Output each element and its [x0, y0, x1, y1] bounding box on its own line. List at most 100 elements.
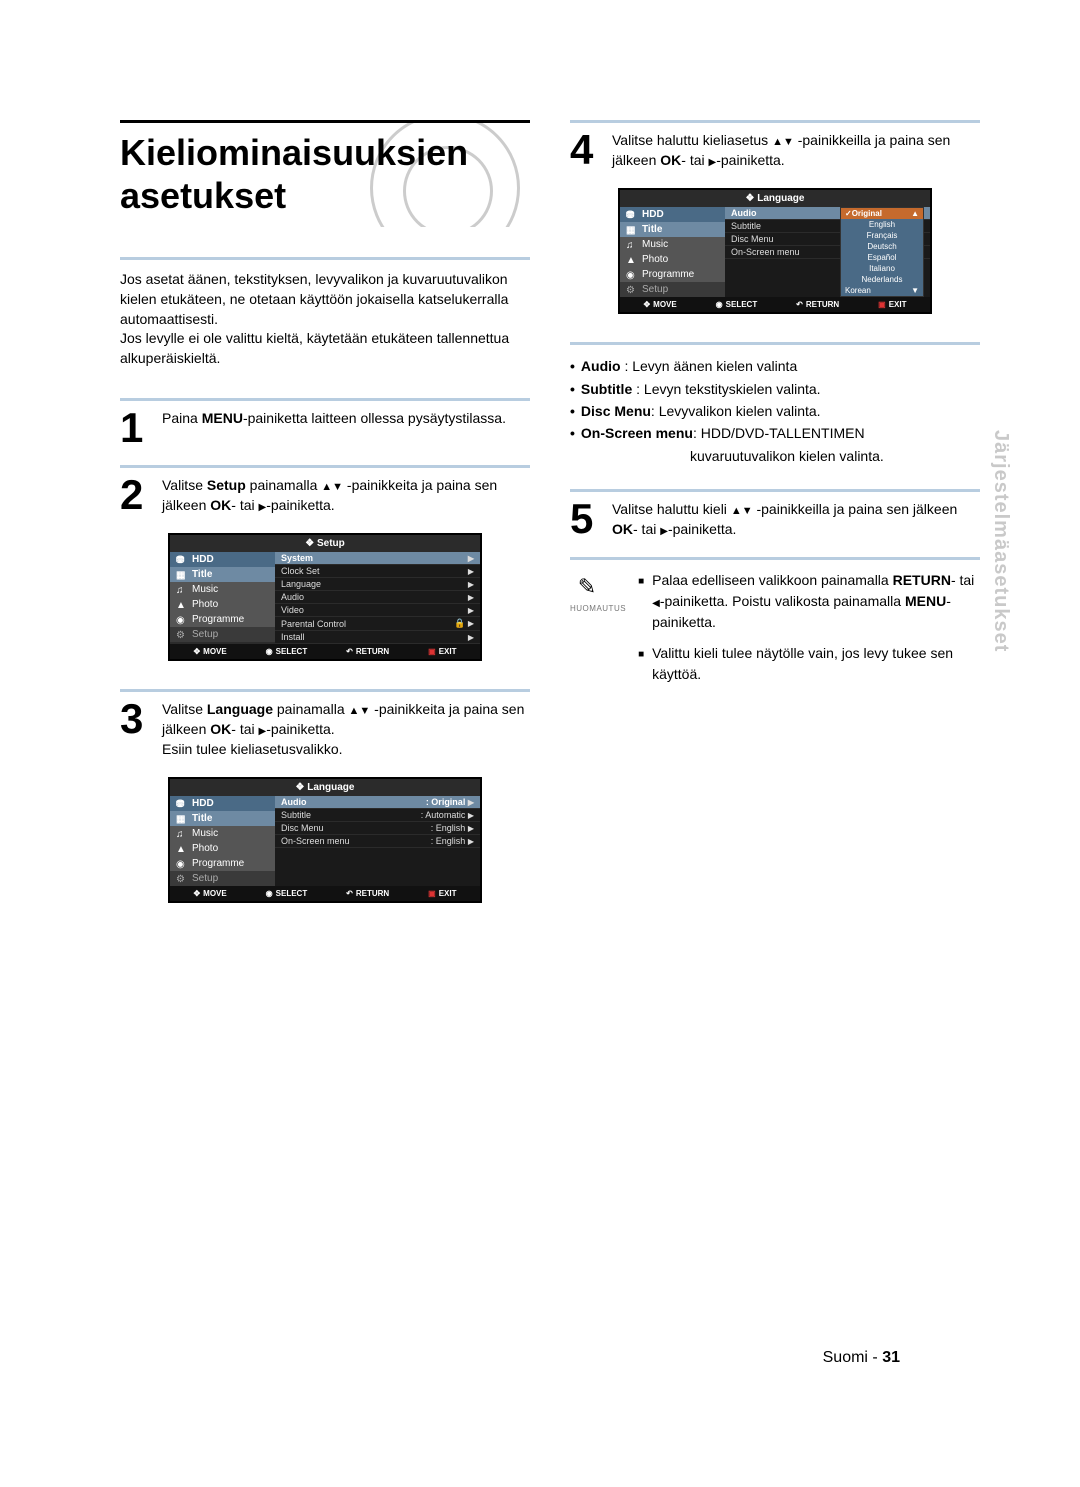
footer-page: 31: [882, 1349, 900, 1366]
osd-footer: MOVE SELECT RETURN EXIT: [170, 886, 480, 901]
text: - tai: [951, 572, 974, 588]
programme-icon: ◉: [176, 615, 188, 625]
up-down-icon: [731, 501, 753, 517]
footer-dash: -: [868, 1349, 882, 1366]
bullet-discmenu-text: : Levyvalikon kielen valinta.: [651, 403, 821, 419]
setup-icon: ⚙: [176, 630, 188, 640]
val: : Automatic: [421, 810, 466, 820]
text: painamalla: [273, 701, 349, 717]
menu-parental: Parental Control: [281, 619, 346, 629]
sidebar-hdd: HDD: [642, 209, 664, 220]
text: -painiketta. Poistu valikosta painamalla: [660, 593, 905, 609]
up-down-icon: [772, 132, 794, 148]
intro-text: Jos asetat äänen, tekstityksen, levyvali…: [120, 257, 530, 368]
sidebar-title: Title: [192, 569, 212, 580]
text: - tai: [633, 521, 660, 537]
sidebar-hdd: HDD: [192, 554, 214, 565]
menu-install: Install: [281, 632, 305, 642]
osd-title: Setup: [170, 535, 480, 552]
text: Valitse: [162, 477, 207, 493]
bullet-onscreen-label: On-Screen menu: [581, 425, 693, 441]
title-icon: ▦: [626, 225, 638, 235]
menu-clock: Clock Set: [281, 566, 320, 576]
step-3: 3 Valitse Language painamalla -painikkei…: [120, 689, 530, 759]
text: - tai: [231, 721, 258, 737]
osd-sidebar: ⛃HDD ▦Title ♫Music ▲Photo ◉Programme ⚙Se…: [170, 796, 275, 886]
val: : English: [431, 823, 466, 833]
sidebar-programme: Programme: [642, 269, 694, 280]
bullet-discmenu-label: Disc Menu: [581, 403, 651, 419]
footer-return: RETURN: [796, 300, 839, 309]
step-3-extra: Esiin tulee kieliasetusvalikko.: [162, 740, 530, 760]
lang-opt: Korean: [845, 286, 871, 295]
sidebar-photo: Photo: [642, 254, 668, 265]
text: Paina: [162, 410, 202, 426]
right-icon: [660, 521, 668, 537]
lang-opt: Nederlands: [841, 274, 923, 285]
title-block: Kieliominaisuuksien asetukset: [120, 120, 530, 227]
lang-onscreen: On-Screen menu: [281, 836, 350, 846]
menu-language: Language: [281, 579, 321, 589]
up-down-icon: [349, 701, 371, 717]
footer-move: MOVE: [193, 647, 226, 656]
photo-icon: ▲: [176, 844, 188, 854]
footer-lang: Suomi: [823, 1349, 868, 1366]
sidebar-setup: Setup: [192, 873, 218, 884]
programme-icon: ◉: [176, 859, 188, 869]
photo-icon: ▲: [176, 600, 188, 610]
sidebar-music: Music: [192, 828, 218, 839]
programme-icon: ◉: [626, 270, 638, 280]
label-language: Language: [207, 701, 273, 717]
section-tab: Järjestelmäasetukset: [989, 430, 1012, 652]
text: -painiketta.: [668, 521, 736, 537]
val: : Original: [426, 797, 466, 807]
label-setup: Setup: [207, 477, 246, 493]
step-number: 1: [120, 409, 154, 447]
sidebar-title: Title: [642, 224, 662, 235]
osd-language-screenshot: Language ⛃HDD ▦Title ♫Music ▲Photo ◉Prog…: [168, 777, 482, 903]
sidebar-programme: Programme: [192, 858, 244, 869]
bullet-onscreen-text: : HDD/DVD-TALLENTIMEN: [693, 425, 865, 441]
up-down-icon: [321, 477, 343, 493]
hdd-icon: ⛃: [176, 799, 188, 809]
sidebar-title: Title: [192, 813, 212, 824]
osd-setup-screenshot: Setup ⛃HDD ▦Title ♫Music ▲Photo ◉Program…: [168, 533, 482, 661]
sidebar-setup: Setup: [642, 284, 668, 295]
text: Valitse haluttu kieliasetus: [612, 132, 772, 148]
title-icon: ▦: [176, 814, 188, 824]
step-number: 5: [570, 500, 604, 539]
text: Valitse haluttu kieli: [612, 501, 731, 517]
lang-discmenu: Disc Menu: [281, 823, 324, 833]
sidebar-music: Music: [192, 584, 218, 595]
bullet-audio-text: : Levyn äänen kielen valinta: [621, 358, 798, 374]
osd-main: Audio Subtitle Disc Menu On-Screen menu …: [725, 207, 930, 297]
language-popup-list: ✓ Original▲ English Français Deutsch Esp…: [840, 207, 924, 297]
footer-exit: EXIT: [878, 300, 906, 309]
setup-icon: ⚙: [626, 285, 638, 295]
step-4: 4 Valitse haluttu kieliasetus -painikkei…: [570, 120, 980, 170]
sidebar-setup: Setup: [192, 629, 218, 640]
lang-opt: Deutsch: [841, 241, 923, 252]
text: - tai: [231, 497, 258, 513]
page-title: Kieliominaisuuksien asetukset: [120, 131, 530, 217]
lang-audio: Audio: [281, 797, 307, 807]
note-icon: ✎: [570, 570, 604, 603]
sidebar-photo: Photo: [192, 843, 218, 854]
menu-audio: Audio: [281, 592, 304, 602]
footer-return: RETURN: [346, 889, 389, 898]
label-ok: OK: [660, 152, 681, 168]
step-5: 5 Valitse haluttu kieli -painikkeilla ja…: [570, 489, 980, 539]
bullet-subtitle-label: Subtitle: [581, 381, 632, 397]
page-footer: Suomi - 31: [823, 1349, 900, 1367]
menu-video: Video: [281, 605, 304, 615]
text: Valitse: [162, 701, 207, 717]
lang-opt: Original: [852, 209, 882, 218]
osd-main: System▶ Clock Set▶ Language▶ Audio▶ Vide…: [275, 552, 480, 644]
intro-para-2: Jos levylle ei ole valittu kieltä, käyte…: [120, 329, 530, 368]
lang-opt: Español: [841, 252, 923, 263]
footer-exit: EXIT: [428, 889, 456, 898]
osd-main: Audio: Original ▶ Subtitle: Automatic ▶ …: [275, 796, 480, 886]
lang-subtitle: Subtitle: [731, 221, 761, 231]
lang-audio: Audio: [731, 208, 757, 218]
footer-move: MOVE: [643, 300, 676, 309]
